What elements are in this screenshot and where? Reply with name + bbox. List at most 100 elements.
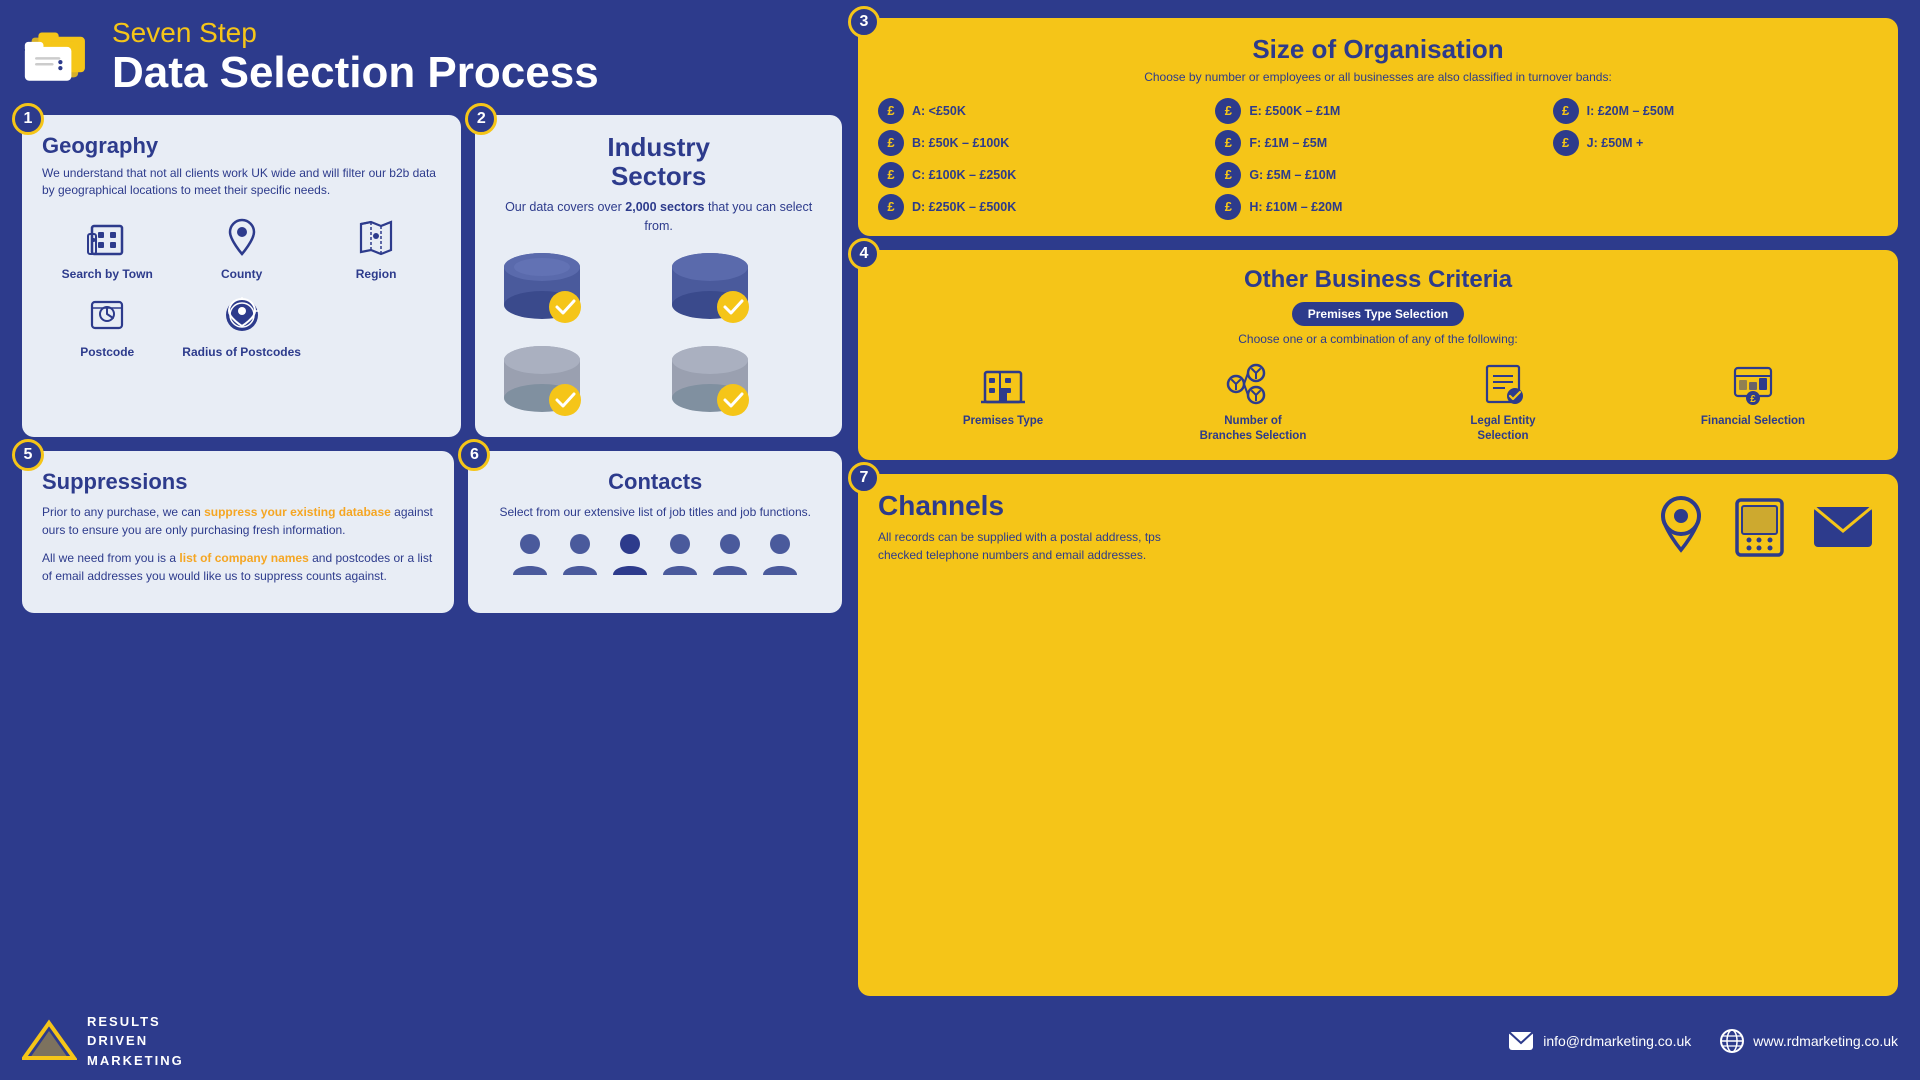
- band-H: £ H: £10M – £20M: [1215, 194, 1540, 220]
- logo-icon: [22, 30, 92, 85]
- step5-badge: 5: [12, 439, 44, 471]
- footer-email-text: info@rdmarketing.co.uk: [1543, 1033, 1691, 1049]
- suppress-link2[interactable]: list of company names: [179, 551, 308, 565]
- pound-icon-J: £: [1553, 130, 1579, 156]
- band-J-label: J: £50M +: [1587, 136, 1644, 150]
- band-E-label: E: £500K – £1M: [1249, 104, 1340, 118]
- step2-desc: Our data covers over 2,000 sectors that …: [495, 198, 822, 234]
- step5-suppressions-card: 5 Suppressions Prior to any purchase, we…: [22, 451, 454, 613]
- band-empty-1: [1553, 162, 1878, 188]
- band-H-label: H: £10M – £20M: [1249, 200, 1342, 214]
- step4-badge: 4: [848, 238, 880, 270]
- svg-text:£: £: [1750, 394, 1756, 405]
- step5-body1: Prior to any purchase, we can suppress y…: [42, 503, 434, 539]
- person-icon-1: [509, 531, 551, 581]
- band-B: £ B: £50K – £100K: [878, 130, 1203, 156]
- band-A: £ A: <£50K: [878, 98, 1203, 124]
- footer-email-icon: [1507, 1030, 1535, 1052]
- step3-badge: 3: [848, 6, 880, 38]
- step1-badge: 1: [12, 103, 44, 135]
- financial-icon: £: [1727, 358, 1779, 410]
- band-G-label: G: £5M – £10M: [1249, 168, 1336, 182]
- database-icon-1: [495, 245, 654, 330]
- step6-badge: 6: [458, 439, 490, 471]
- person-icon-3: [609, 531, 651, 581]
- criteria-legal-entity: Legal Entity Selection: [1448, 358, 1558, 444]
- band-A-label: A: <£50K: [912, 104, 966, 118]
- person-icon-5: [709, 531, 751, 581]
- footer-line1: RESULTS: [87, 1012, 184, 1032]
- footer-logo-mark: [22, 1018, 77, 1063]
- size-bands-grid: £ A: <£50K £ E: £500K – £1M £ I: £20M – …: [878, 98, 1878, 220]
- pound-icon-C: £: [878, 162, 904, 188]
- pound-icon-D: £: [878, 194, 904, 220]
- pound-icon-E: £: [1215, 98, 1241, 124]
- person-icon-6: [759, 531, 801, 581]
- step2-industry-card: 2 IndustrySectors Our data covers over 2…: [475, 115, 842, 436]
- band-C: £ C: £100K – £250K: [878, 162, 1203, 188]
- database-icons: [495, 245, 822, 423]
- footer-contact-info: info@rdmarketing.co.uk www.rdmarketing.c…: [1507, 1028, 1898, 1054]
- channel-email-icon: [1808, 499, 1878, 554]
- step2-title: IndustrySectors: [495, 133, 822, 190]
- channel-location-icon: [1651, 492, 1711, 562]
- footer-website: www.rdmarketing.co.uk: [1719, 1028, 1898, 1054]
- step6-contacts-card: 6 Contacts Select from our extensive lis…: [468, 451, 842, 613]
- step4-subtitle: Choose one or a combination of any of th…: [1238, 332, 1518, 346]
- step1-desc: We understand that not all clients work …: [42, 165, 441, 199]
- geo-label-radius: Radius of Postcodes: [182, 345, 301, 359]
- geo-label-county: County: [221, 267, 262, 281]
- band-I-label: I: £20M – £50M: [1587, 104, 1675, 118]
- footer-globe-icon: [1719, 1028, 1745, 1054]
- pound-icon-A: £: [878, 98, 904, 124]
- band-B-label: B: £50K – £100K: [912, 136, 1009, 150]
- pound-icon-B: £: [878, 130, 904, 156]
- criteria-branches-label: Number of Branches Selection: [1198, 414, 1308, 444]
- step2-badge: 2: [465, 103, 497, 135]
- left-column: Seven Step Data Selection Process 1 Geog…: [22, 18, 842, 996]
- step4-title: Other Business Criteria: [878, 266, 1878, 294]
- top-row: 1 Geography We understand that not all c…: [22, 115, 842, 436]
- suppress-link1[interactable]: suppress your existing database: [204, 505, 391, 519]
- step3-size-card: 3 Size of Organisation Choose by number …: [858, 18, 1898, 236]
- step6-desc: Select from our extensive list of job ti…: [488, 503, 822, 521]
- legal-entity-icon: [1477, 358, 1529, 410]
- database-icon-3: [495, 338, 654, 423]
- criteria-financial: £ Financial Selection: [1698, 358, 1808, 429]
- criteria-premises-type: Premises Type: [948, 358, 1058, 429]
- radius-icon: [216, 289, 268, 341]
- step1-geography-card: 1 Geography We understand that not all c…: [22, 115, 461, 436]
- region-map-icon: [350, 211, 402, 263]
- premises-icon: [977, 358, 1029, 410]
- location-pin-icon: [216, 211, 268, 263]
- person-icon-4: [659, 531, 701, 581]
- header-subtitle: Seven Step: [112, 18, 599, 49]
- database-icon-2: [663, 245, 822, 330]
- footer-line2: DRIVEN: [87, 1031, 184, 1051]
- geo-item-postcode: Postcode: [42, 289, 172, 359]
- step1-icons-grid: Search by Town County: [42, 211, 441, 359]
- criteria-branches: Number of Branches Selection: [1198, 358, 1308, 444]
- contacts-icons-row: [488, 531, 822, 581]
- footer-line3: MARKETING: [87, 1051, 184, 1071]
- step7-desc: All records can be supplied with a posta…: [878, 528, 1183, 564]
- criteria-icons-row: Premises Type: [878, 358, 1878, 444]
- band-E: £ E: £500K – £1M: [1215, 98, 1540, 124]
- geo-item-county: County: [176, 211, 306, 281]
- geo-item-search-by-town: Search by Town: [42, 211, 172, 281]
- postcode-icon: [81, 289, 133, 341]
- band-D-label: D: £250K – £500K: [912, 200, 1016, 214]
- step3-title: Size of Organisation: [878, 34, 1878, 65]
- band-F-label: F: £1M – £5M: [1249, 136, 1327, 150]
- building-icon: [81, 211, 133, 263]
- step2-bold: 2,000 sectors: [625, 200, 704, 214]
- band-empty-2: [1553, 194, 1878, 220]
- pound-icon-F: £: [1215, 130, 1241, 156]
- step7-title: Channels: [878, 490, 1432, 522]
- band-F: £ F: £1M – £5M: [1215, 130, 1540, 156]
- footer: RESULTS DRIVEN MARKETING info@rdmarketin…: [0, 1006, 1920, 1080]
- step7-badge: 7: [848, 462, 880, 494]
- header: Seven Step Data Selection Process: [22, 18, 842, 101]
- pound-icon-I: £: [1553, 98, 1579, 124]
- step4-other-card: 4 Other Business Criteria Premises Type …: [858, 250, 1898, 460]
